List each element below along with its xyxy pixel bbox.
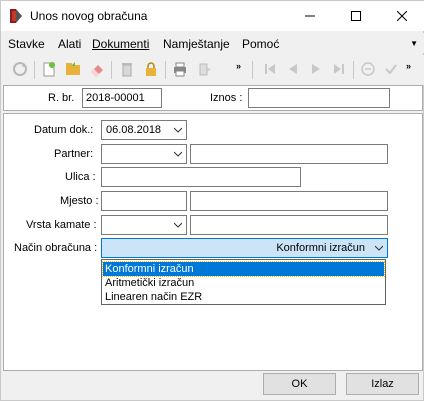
dropdown-option-linearen[interactable]: Linearen način EZR [103, 290, 384, 304]
toolbar-overflow-icon[interactable]: » [236, 61, 241, 71]
app-icon [10, 9, 22, 23]
datum-value: 06.08.2018 [106, 124, 162, 136]
menu-overflow-icon[interactable]: ▼ [410, 39, 418, 48]
chevron-down-icon [375, 245, 383, 251]
exit-button[interactable]: Izlaz [346, 373, 419, 395]
header-panel: R. br. Iznos : [3, 85, 423, 111]
first-icon[interactable] [261, 60, 279, 78]
mjesto-label: Mjesto : [60, 195, 99, 207]
nacin-obracuna-label: Način obračuna : [14, 242, 98, 254]
close-button[interactable] [379, 1, 424, 31]
partner-name-field[interactable] [190, 144, 388, 164]
menu-bar: Stavke Alati Dokumenti Namještanje Pomoć… [1, 33, 424, 53]
refresh-icon[interactable] [11, 60, 29, 78]
mjesto-code-field[interactable] [101, 191, 187, 211]
confirm-icon[interactable] [382, 60, 400, 78]
previous-icon[interactable] [284, 60, 302, 78]
rbr-label: R. br. [48, 92, 75, 104]
ulica-field[interactable] [101, 167, 301, 187]
vrsta-kamate-name-field[interactable] [190, 215, 388, 235]
chevron-down-icon [174, 222, 182, 228]
cancel-icon[interactable] [359, 60, 377, 78]
chevron-down-icon [174, 127, 182, 133]
lock-icon[interactable] [142, 60, 160, 78]
toolbar-overflow-icon[interactable]: » [406, 61, 411, 71]
datum-label: Datum dok.: [34, 124, 94, 136]
nacin-obracuna-value: Konformni izračun [276, 242, 365, 254]
toolbar-separator [111, 61, 112, 79]
export-icon[interactable] [197, 60, 215, 78]
minimize-icon [305, 15, 315, 17]
maximize-icon [351, 11, 361, 21]
minimize-button[interactable] [287, 1, 333, 31]
delete-icon[interactable] [118, 60, 136, 78]
vrsta-kamate-label: Vrsta kamate : [26, 219, 97, 231]
toolbar-separator [353, 61, 354, 79]
menu-pomoc[interactable]: Pomoć [242, 37, 279, 51]
form-panel: Datum dok.: 06.08.2018 Partner: Ulica : … [3, 113, 423, 371]
chevron-down-icon [174, 151, 182, 157]
toolbar-separator [165, 61, 166, 79]
window-title: Unos novog obračuna [30, 9, 148, 23]
iznos-field[interactable] [248, 88, 390, 108]
toolbar-separator [252, 61, 253, 79]
dropdown-option-aritmeticki[interactable]: Aritmetički izračun [103, 276, 384, 290]
partner-code-combo[interactable] [101, 144, 187, 164]
print-icon[interactable] [171, 60, 189, 78]
ulica-label: Ulica : [65, 171, 96, 183]
title-bar: Unos novog obračuna [1, 1, 424, 31]
vrsta-kamate-combo[interactable] [101, 215, 187, 235]
ok-button[interactable]: OK [263, 373, 336, 395]
nacin-obracuna-dropdown: Konformni izračun Aritmetički izračun Li… [101, 259, 386, 305]
nacin-obracuna-combo[interactable]: Konformni izračun [101, 238, 388, 258]
menu-stavke[interactable]: Stavke [8, 37, 45, 51]
rbr-field[interactable] [82, 88, 162, 108]
dialog-window: Unos novog obračuna Stavke Alati Dokumen… [0, 0, 424, 401]
next-icon[interactable] [307, 60, 325, 78]
toolbar: » » [1, 55, 424, 85]
new-document-icon[interactable] [40, 60, 58, 78]
dropdown-option-konformni[interactable]: Konformni izračun [102, 261, 385, 277]
mjesto-name-field[interactable] [190, 191, 388, 211]
close-icon [397, 11, 407, 21]
maximize-button[interactable] [333, 1, 379, 31]
menu-alati[interactable]: Alati [58, 37, 81, 51]
datum-picker[interactable]: 06.08.2018 [101, 120, 187, 140]
menu-dokumenti[interactable]: Dokumenti [92, 37, 149, 51]
iznos-label: Iznos : [210, 92, 243, 104]
last-icon[interactable] [330, 60, 348, 78]
toolbar-separator [34, 61, 35, 79]
menu-namjestanje[interactable]: Namještanje [163, 37, 230, 51]
partner-label: Partner: [54, 148, 94, 160]
folder-icon[interactable] [64, 60, 82, 78]
eraser-icon[interactable] [88, 60, 106, 78]
